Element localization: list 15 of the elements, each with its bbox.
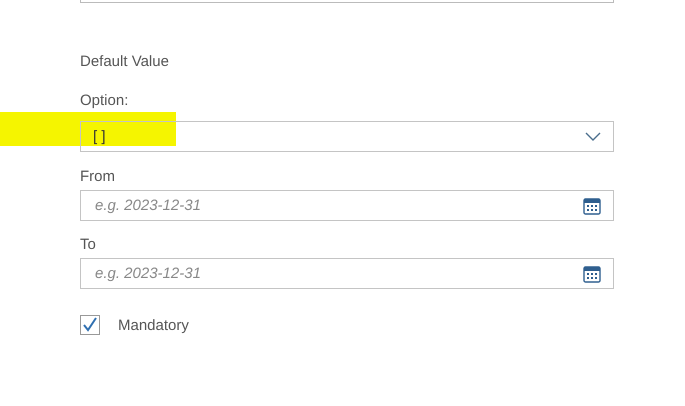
date-input[interactable]: e.g. 2023-12-31 — [81, 196, 583, 215]
section-title: Default Value — [80, 52, 170, 72]
field-label: From — [80, 167, 116, 187]
field-label: Option: — [80, 91, 130, 111]
option-dropdown[interactable]: [ ] — [80, 121, 614, 152]
date-field[interactable]: e.g. 2023-12-31 — [80, 190, 614, 221]
calendar-icon[interactable] — [583, 264, 601, 282]
chevron-down-icon — [585, 132, 601, 141]
date-input[interactable]: e.g. 2023-12-31 — [81, 264, 583, 283]
mandatory-checkbox[interactable] — [80, 315, 100, 335]
calendar-icon[interactable] — [583, 196, 601, 214]
input-field[interactable] — [80, 0, 614, 3]
checkbox-label: Mandatory — [118, 316, 189, 334]
field-label: To — [80, 235, 97, 255]
date-field[interactable]: e.g. 2023-12-31 — [80, 258, 614, 289]
